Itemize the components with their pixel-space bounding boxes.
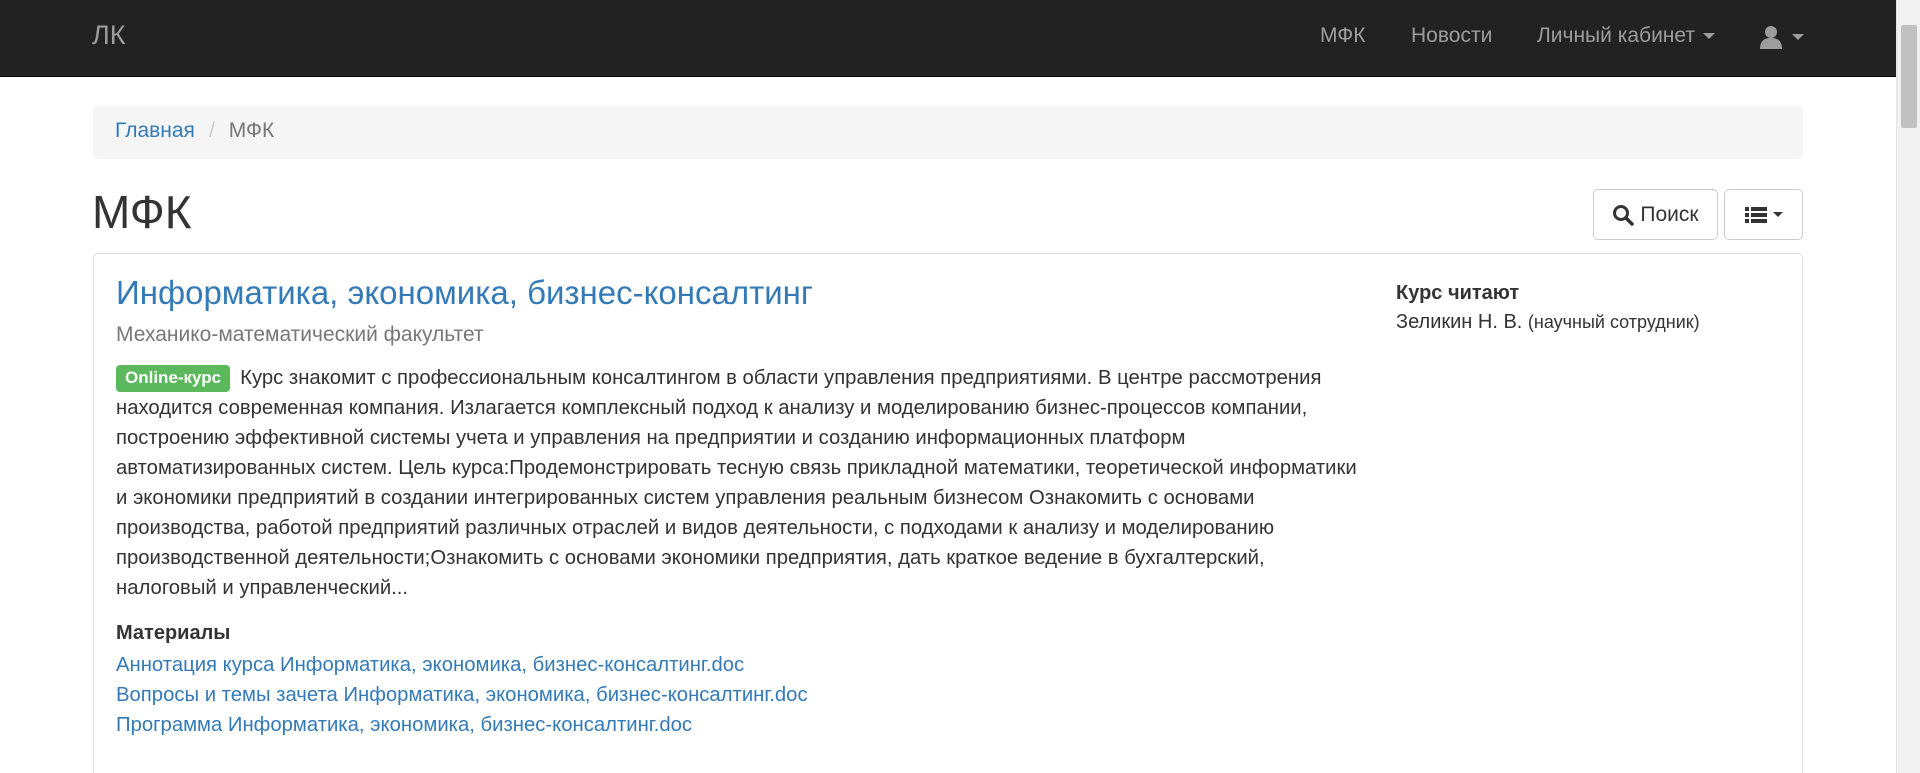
search-icon <box>1613 204 1635 226</box>
nav-item-personal-cabinet-label: Личный кабинет <box>1537 24 1695 47</box>
view-mode-dropdown-button[interactable] <box>1724 189 1803 240</box>
list-icon <box>1744 206 1767 223</box>
search-button-label: Поиск <box>1640 202 1699 226</box>
lecturer-position: (научный сотрудник) <box>1527 312 1700 332</box>
nav-item-personal-cabinet[interactable]: Личный кабинет <box>1537 24 1715 48</box>
top-navbar: ЛК МФК Новости Личный кабинет <box>0 0 1920 77</box>
nav-item-news[interactable]: Новости <box>1411 24 1492 48</box>
course-description-text: Курс знакомит с профессиональным консалт… <box>116 367 1357 599</box>
scrollbar-thumb[interactable] <box>1901 25 1917 128</box>
user-menu-toggle[interactable] <box>1760 23 1808 51</box>
breadcrumb-current: МФК <box>228 119 275 142</box>
chevron-down-icon <box>1772 212 1783 217</box>
chevron-down-icon <box>1703 33 1715 40</box>
materials-list: Аннотация курса Информатика, экономика, … <box>116 650 808 740</box>
material-link-annotation[interactable]: Аннотация курса Информатика, экономика, … <box>116 650 808 680</box>
chevron-down-icon <box>1792 34 1804 40</box>
course-description: Online-курс Курс знакомит с профессиональ… <box>116 363 1361 603</box>
lecturer-name: Зеликин Н. В. <box>1396 311 1523 333</box>
material-link-program[interactable]: Программа Информатика, экономика, бизнес… <box>116 710 808 740</box>
lecturers-heading: Курс читают <box>1396 282 1520 304</box>
course-faculty: Механико-математический факультет <box>116 323 484 346</box>
nav-item-mfk[interactable]: МФК <box>1320 24 1365 48</box>
breadcrumb-separator: / <box>208 119 215 142</box>
page-title: МФК <box>92 186 192 238</box>
search-button[interactable]: Поиск <box>1593 189 1718 240</box>
course-title-link[interactable]: Информатика, экономика, бизнес-консалтин… <box>116 274 813 312</box>
breadcrumb: Главная / МФК <box>93 106 1803 159</box>
breadcrumb-home-link[interactable]: Главная <box>115 119 195 142</box>
lecturer-entry: Зеликин Н. В. (научный сотрудник) <box>1396 311 1700 334</box>
brand-link[interactable]: ЛК <box>92 20 125 51</box>
materials-heading: Материалы <box>116 622 231 644</box>
user-icon <box>1760 26 1782 49</box>
page-scrollbar[interactable] <box>1896 0 1920 773</box>
online-course-badge: Online-курс <box>116 365 231 392</box>
material-link-exam-questions[interactable]: Вопросы и темы зачета Информатика, эконо… <box>116 680 808 710</box>
